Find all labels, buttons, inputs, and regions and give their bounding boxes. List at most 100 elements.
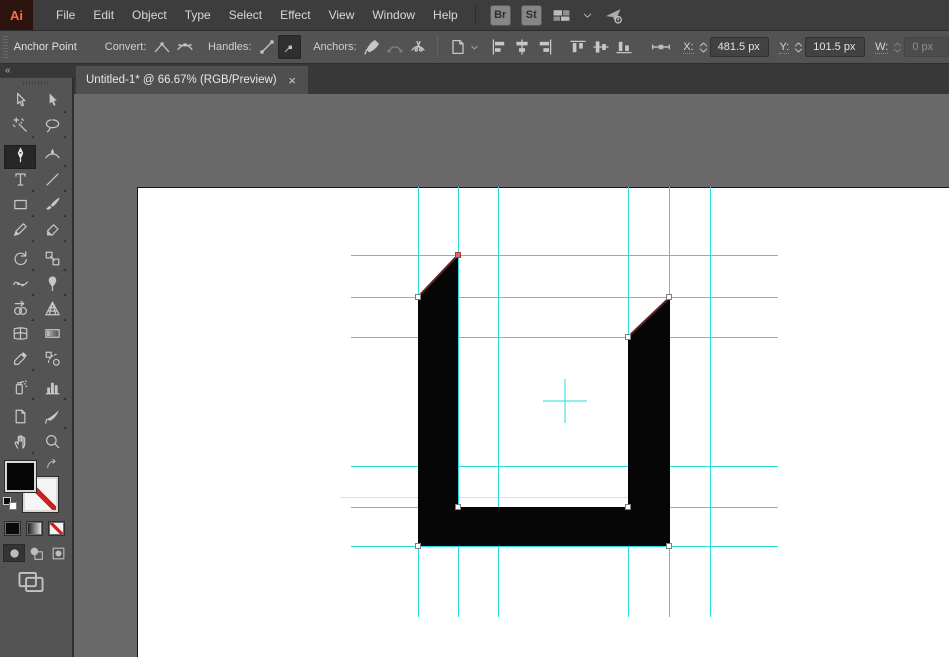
screen-mode-button[interactable]: [18, 568, 44, 599]
fill-color-swatch[interactable]: [5, 461, 36, 492]
isolate-chevron-icon[interactable]: [469, 42, 480, 53]
align-horizontal-right-button[interactable]: [534, 35, 557, 59]
mesh-tool-icon: [12, 325, 29, 347]
menu-file[interactable]: File: [47, 0, 84, 30]
control-bar-separator: [437, 36, 438, 58]
anchor-point[interactable]: [626, 335, 631, 340]
shaper-tool[interactable]: [4, 220, 36, 244]
rectangle-tool-icon: [12, 196, 29, 218]
connect-endpoints-button[interactable]: [383, 35, 406, 59]
remove-anchor-button[interactable]: [361, 35, 384, 59]
menu-effect[interactable]: Effect: [271, 0, 319, 30]
hide-handles-button[interactable]: [278, 35, 301, 59]
type-tool[interactable]: [4, 170, 36, 194]
menu-edit[interactable]: Edit: [84, 0, 123, 30]
width-field[interactable]: 0 px: [904, 37, 949, 57]
stock-button[interactable]: St: [521, 5, 542, 26]
control-bar-grip[interactable]: [3, 36, 8, 58]
menu-help[interactable]: Help: [424, 0, 467, 30]
cut-path-button[interactable]: [406, 35, 429, 59]
isolate-object-button[interactable]: [446, 35, 469, 59]
gradient-mode-button[interactable]: [26, 521, 43, 536]
line-segment-tool[interactable]: [36, 170, 68, 194]
convert-to-corner-button[interactable]: [150, 35, 173, 59]
pen-tool[interactable]: [4, 145, 36, 169]
show-handles-button[interactable]: [255, 35, 278, 59]
align-vertical-bottom-button[interactable]: [612, 35, 635, 59]
artboard-tool-icon: [12, 408, 29, 430]
bridge-button[interactable]: Br: [490, 5, 511, 26]
column-graph-tool[interactable]: [36, 378, 68, 402]
scale-tool[interactable]: [36, 249, 68, 273]
anchor-point[interactable]: [667, 544, 672, 549]
panel-canvas-divider[interactable]: [72, 78, 74, 657]
menu-view[interactable]: View: [320, 0, 364, 30]
width-field-stepper[interactable]: [891, 41, 904, 54]
letterform-stem[interactable]: [418, 255, 458, 546]
menu-window[interactable]: Window: [363, 0, 424, 30]
blend-tool[interactable]: [36, 349, 68, 373]
chevron-down-icon[interactable]: [581, 9, 594, 22]
none-mode-button[interactable]: [48, 521, 65, 536]
flyout-indicator: [63, 189, 66, 192]
free-transform-tool[interactable]: [36, 274, 68, 298]
flyout-indicator: [63, 164, 66, 167]
align-horizontal-left-button[interactable]: [488, 35, 511, 59]
direct-selection-tool[interactable]: [4, 91, 36, 115]
paintbrush-tool[interactable]: [36, 195, 68, 219]
anchor-point[interactable]: [667, 295, 672, 300]
y-position-field[interactable]: 101.5 px: [805, 37, 865, 57]
align-vertical-center-button[interactable]: [589, 35, 612, 59]
eyedropper-tool[interactable]: [4, 349, 36, 373]
draw-normal-button[interactable]: [3, 544, 25, 562]
y-position-field-stepper[interactable]: [792, 41, 805, 54]
collapse-panel-button[interactable]: «: [5, 65, 11, 76]
align-vertical-top-button[interactable]: [567, 35, 590, 59]
menu-type[interactable]: Type: [176, 0, 220, 30]
x-position-field-stepper[interactable]: [697, 41, 710, 54]
anchor-point[interactable]: [456, 505, 461, 510]
anchor-point-selected[interactable]: [456, 253, 461, 258]
tab-close-button[interactable]: ×: [286, 73, 298, 88]
anchor-point[interactable]: [416, 295, 421, 300]
anchor-point[interactable]: [626, 505, 631, 510]
color-mode-button[interactable]: [4, 521, 21, 536]
anchor-point[interactable]: [416, 544, 421, 549]
control-group-label: Convert:: [105, 41, 147, 53]
rotate-tool[interactable]: [4, 249, 36, 273]
draw-behind-button[interactable]: [25, 544, 47, 562]
draw-inside-button[interactable]: [47, 544, 69, 562]
menu-select[interactable]: Select: [220, 0, 271, 30]
slice-tool[interactable]: [36, 407, 68, 431]
magic-wand-tool[interactable]: [4, 116, 36, 140]
transform-reference-icon[interactable]: [651, 37, 671, 57]
curvature-tool[interactable]: [36, 145, 68, 169]
mesh-tool[interactable]: [4, 324, 36, 348]
x-position-field[interactable]: 481.5 px: [710, 37, 770, 57]
gradient-tool[interactable]: [36, 324, 68, 348]
align-horizontal-center-button[interactable]: [511, 35, 534, 59]
perspective-grid-tool[interactable]: [36, 299, 68, 323]
menu-object[interactable]: Object: [123, 0, 176, 30]
lasso-tool[interactable]: [36, 116, 68, 140]
canvas-pasteboard[interactable]: [74, 94, 949, 657]
hand-tool[interactable]: [4, 432, 36, 456]
flyout-indicator: [63, 397, 66, 400]
swap-fill-stroke-icon[interactable]: [45, 458, 59, 477]
default-fill-stroke-button[interactable]: [3, 497, 17, 510]
selection-tool[interactable]: [36, 91, 68, 115]
document-tab[interactable]: Untitled-1* @ 66.67% (RGB/Preview) ×: [76, 66, 308, 94]
tools-panel-grip[interactable]: [23, 81, 49, 85]
gpu-performance-icon[interactable]: [604, 6, 623, 25]
rectangle-tool[interactable]: [4, 195, 36, 219]
convert-to-smooth-button[interactable]: [173, 35, 196, 59]
symbol-sprayer-tool[interactable]: [4, 378, 36, 402]
eraser-tool[interactable]: [36, 220, 68, 244]
artboard-tool[interactable]: [4, 407, 36, 431]
zoom-tool[interactable]: [36, 432, 68, 456]
width-tool[interactable]: [4, 274, 36, 298]
flyout-indicator: [63, 135, 66, 138]
workspace-switcher-icon[interactable]: [552, 6, 571, 25]
shape-builder-tool[interactable]: [4, 299, 36, 323]
letterform-bottom-bar[interactable]: [418, 507, 670, 546]
